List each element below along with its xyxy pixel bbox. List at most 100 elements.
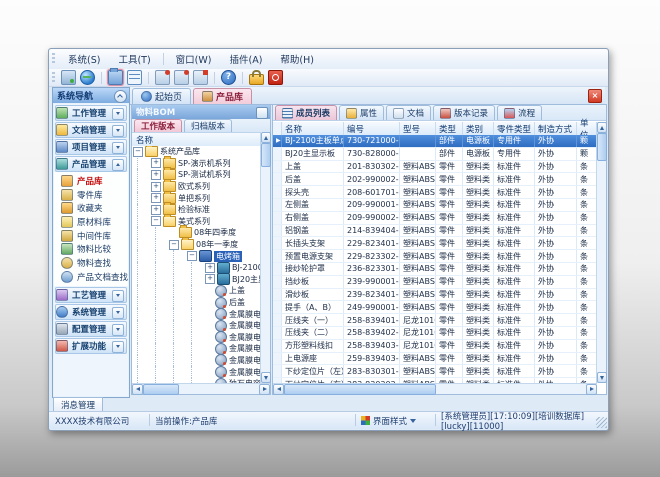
message-new-icon[interactable] (155, 70, 170, 85)
table-row[interactable]: 压线夹（一）258-839401-00X尼龙1010零件塑料类标准件外协条 (273, 314, 597, 327)
bom-tree-vscrollbar[interactable] (260, 132, 270, 383)
tree-node[interactable]: 上盖 (132, 285, 261, 297)
scroll-down-button[interactable] (261, 372, 271, 383)
homepage-icon[interactable] (80, 70, 95, 85)
table-vscrollbar[interactable] (596, 122, 606, 383)
scroll-right-button[interactable] (259, 384, 270, 395)
table-row[interactable]: BJ20主显示板730-828000-04X部件电源板专用件外协颗 (273, 148, 597, 161)
table-row[interactable]: 右侧盖209-990002-01X塑料ABS零件塑料类标准件外协条 (273, 212, 597, 225)
scroll-left-button[interactable] (132, 384, 143, 395)
vscroll-thumb[interactable] (261, 143, 271, 167)
plus-expander-icon[interactable]: + (151, 193, 161, 203)
plus-expander-icon[interactable]: + (151, 158, 161, 168)
minus-expander-icon[interactable]: − (169, 240, 179, 250)
table-row[interactable]: 后盖202-990002-01X塑料ABS零件塑料类标准件外协条 (273, 173, 597, 186)
table-row[interactable]: 提手（A、B）249-990001-01X塑料ABS零件塑料类标准件外协条 (273, 301, 597, 314)
message-delete-icon[interactable] (193, 70, 208, 85)
tree-node[interactable]: +SP-演示机系列 (132, 158, 261, 170)
tree-node[interactable]: +SP-测试机系列 (132, 169, 261, 181)
chevron-down-icon[interactable] (112, 142, 124, 154)
menu-grip[interactable] (52, 53, 55, 65)
sidebar-section-1[interactable]: 文档管理 (55, 122, 127, 138)
toolbar-grip[interactable] (52, 72, 55, 84)
menu-item-1[interactable]: 工具(T) (109, 50, 159, 68)
sidebar-collapse-button[interactable] (114, 90, 127, 103)
message-open-icon[interactable] (174, 70, 189, 85)
sidebar-item-7[interactable]: 产品文档查找 (54, 270, 128, 284)
hscroll-thumb[interactable] (143, 384, 179, 395)
sidebar-section-2[interactable]: 项目管理 (55, 139, 127, 155)
plus-expander-icon[interactable]: + (151, 182, 161, 192)
detail-tab-1[interactable]: 属性 (339, 105, 384, 120)
pin-icon[interactable] (256, 107, 268, 119)
column-header-1[interactable]: 编号 (344, 122, 400, 135)
table-row[interactable]: 上盖201-830302-00X塑料ABS零件塑料类标准件外协条 (273, 161, 597, 174)
detail-tab-0[interactable]: 成员列表 (275, 105, 337, 120)
table-row[interactable]: 接纱轮护罩236-823301-00X塑料ABS零件塑料类标准件外协条 (273, 263, 597, 276)
tree-node[interactable]: −系统产品库 (132, 146, 261, 158)
tree-node[interactable]: 金属膜电阻器 (132, 343, 261, 355)
column-header-7[interactable]: 单位 (577, 122, 597, 135)
tree-node[interactable]: 金属膜电阻器 (132, 308, 261, 320)
resize-grip[interactable] (596, 417, 607, 428)
menu-item-4[interactable]: 帮助(H) (271, 50, 323, 68)
lock-icon[interactable] (249, 74, 264, 85)
bom-tab-1[interactable]: 归档版本 (184, 119, 232, 132)
column-header-4[interactable]: 类别 (463, 122, 494, 135)
sidebar-item-1[interactable]: 零件库 (54, 188, 128, 202)
menu-item-3[interactable]: 插件(A) (220, 50, 271, 68)
tree-node[interactable]: −美式系列 (132, 216, 261, 228)
sidebar-section-7[interactable]: 扩展功能 (55, 338, 127, 354)
tree-node[interactable]: +BJ-2100主板单点 (132, 262, 261, 274)
tree-node[interactable]: 金属膜电阻器 (132, 366, 261, 378)
scroll-left-button[interactable] (273, 384, 284, 395)
sidebar-item-0[interactable]: 产品库 (54, 174, 128, 188)
message-management-tab[interactable]: 消息管理 (53, 397, 103, 412)
table-row[interactable]: 铝钢盖214-839404-01X塑料ABS零件塑料类标准件外协条 (273, 225, 597, 238)
scroll-up-button[interactable] (597, 122, 607, 133)
plus-expander-icon[interactable]: + (151, 170, 161, 180)
vscroll-thumb[interactable] (597, 133, 607, 161)
tree-node[interactable]: +检验标准 (132, 204, 261, 216)
table-hscrollbar[interactable] (273, 383, 597, 394)
table-row[interactable]: 探头壳208-601701-01X塑料ABS零件塑料类标准件外协条 (273, 186, 597, 199)
chevron-down-icon[interactable] (112, 307, 124, 319)
column-header-0[interactable]: 名称 (282, 122, 344, 135)
ui-style-selector[interactable]: 界面样式 (361, 412, 416, 429)
bom-tree-column-header[interactable]: 名称 (132, 132, 264, 147)
scroll-up-button[interactable] (261, 132, 271, 143)
tree-node[interactable]: +BJ20主显示板 (132, 274, 261, 286)
table-row[interactable]: 左侧盖209-990001-01X塑料ABS零件塑料类标准件外协条 (273, 199, 597, 212)
doc-tab-0[interactable]: 起始页 (132, 88, 191, 104)
bom-tab-0[interactable]: 工作版本 (134, 119, 182, 132)
workspace-icon[interactable] (61, 70, 76, 85)
help-icon[interactable] (221, 70, 236, 85)
plus-expander-icon[interactable]: + (205, 274, 215, 284)
column-header-3[interactable]: 类型 (436, 122, 463, 135)
table-row[interactable]: ▶BJ-2100主板单点730-721000-12X部件电源板专用件外协颗 (273, 135, 597, 148)
bom-tree-hscrollbar[interactable] (132, 383, 270, 394)
table-row[interactable]: 上电源座259-839403-00X塑料ABS零件塑料类标准件外协条 (273, 353, 597, 366)
column-header-6[interactable]: 制造方式 (535, 122, 577, 135)
tree-node[interactable]: 金属膜电阻器 (132, 332, 261, 344)
plus-expander-icon[interactable]: + (205, 263, 215, 273)
detail-tab-3[interactable]: 版本记录 (433, 105, 495, 120)
table-row[interactable]: 方形塑料线扣258-839403-00X尼龙1010零件塑料类标准件外协条 (273, 340, 597, 353)
menu-item-2[interactable]: 窗口(W) (167, 50, 221, 68)
exit-icon[interactable] (268, 70, 283, 85)
chevron-down-icon[interactable] (112, 125, 124, 137)
chevron-down-icon[interactable] (112, 324, 124, 336)
table-row[interactable]: 挡纱板239-990001-01X塑料ABS零件塑料类标准件外协条 (273, 276, 597, 289)
column-header-5[interactable]: 零件类型 (494, 122, 535, 135)
sidebar-section-5[interactable]: 系统管理 (55, 304, 127, 320)
table-row[interactable]: 长插头支架229-823401-00X塑料ABS零件塑料类标准件外协条 (273, 237, 597, 250)
tree-node[interactable]: +单把系列 (132, 192, 261, 204)
chevron-down-icon[interactable] (112, 108, 124, 120)
menu-item-0[interactable]: 系统(S) (59, 50, 109, 68)
sidebar-item-2[interactable]: 收藏夹 (54, 201, 128, 215)
tree-node[interactable]: 金属膜电阻器 (132, 355, 261, 367)
scroll-right-button[interactable] (586, 384, 597, 395)
table-row[interactable]: 滑纱板239-823401-00X塑料ABS零件塑料类标准件外协条 (273, 289, 597, 302)
minus-expander-icon[interactable]: − (133, 147, 143, 157)
chevron-down-icon[interactable] (112, 341, 124, 353)
